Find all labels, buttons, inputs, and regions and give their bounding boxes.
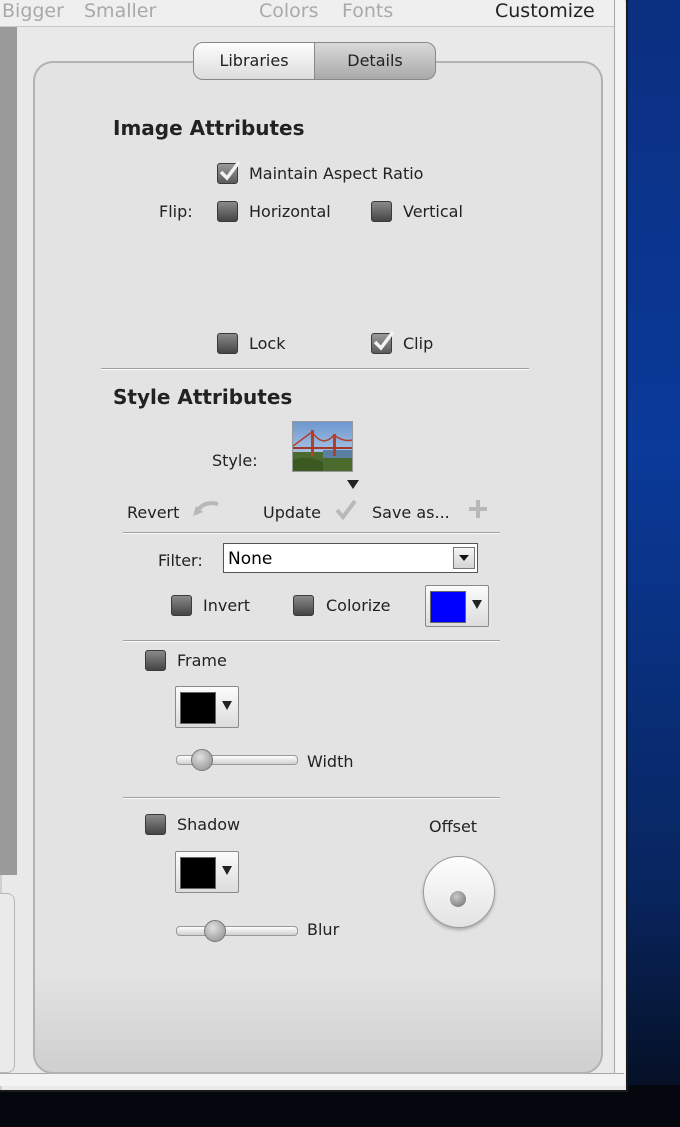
save-as-button[interactable]: Save as... [372, 503, 450, 522]
shadow-offset-dial[interactable] [423, 856, 495, 928]
style-dropdown-arrow-icon[interactable] [346, 479, 360, 491]
colorize-color-picker[interactable] [425, 585, 489, 627]
shadow-blur-slider-knob[interactable] [204, 920, 226, 942]
style-attributes-heading: Style Attributes [113, 385, 293, 409]
chevron-down-icon [472, 600, 482, 609]
lock-label: Lock [249, 334, 286, 353]
left-side-tab[interactable] [0, 893, 15, 1073]
filter-select[interactable]: None [223, 543, 478, 573]
style-label: Style: [212, 451, 258, 470]
colors-button[interactable]: Colors [259, 0, 319, 22]
width-label: Width [307, 752, 354, 771]
smaller-button[interactable]: Smaller [84, 0, 156, 22]
update-check-icon[interactable] [334, 498, 358, 520]
invert-label: Invert [203, 596, 251, 615]
offset-dial-handle[interactable] [450, 891, 466, 907]
flip-horizontal-label: Horizontal [249, 202, 331, 221]
maintain-aspect-checkbox[interactable] [217, 160, 241, 184]
maintain-aspect-label: Maintain Aspect Ratio [249, 164, 424, 183]
filter-dropdown-button[interactable] [453, 547, 475, 569]
frame-color-picker[interactable] [175, 686, 239, 728]
checkmark-icon [219, 160, 241, 181]
flip-vertical-checkbox[interactable] [371, 201, 392, 222]
bridge-photo-icon [293, 422, 352, 471]
section-divider [101, 368, 529, 370]
frame-label: Frame [177, 651, 227, 670]
colorize-label: Colorize [326, 596, 391, 615]
colorize-swatch [430, 591, 466, 623]
style-divider-3 [123, 797, 500, 799]
frame-width-slider-knob[interactable] [191, 749, 213, 771]
style-divider-2 [123, 640, 500, 642]
colorize-checkbox[interactable] [293, 595, 314, 616]
fonts-button[interactable]: Fonts [342, 0, 393, 22]
lock-checkbox[interactable] [217, 333, 238, 354]
flip-label: Flip: [159, 202, 193, 221]
shadow-label: Shadow [177, 815, 241, 834]
customize-button[interactable]: Customize [495, 0, 595, 22]
chevron-down-icon [222, 701, 232, 710]
filter-value: None [228, 549, 273, 569]
frame-width-slider[interactable] [176, 749, 298, 771]
shadow-checkbox[interactable] [145, 814, 166, 835]
frame-checkbox[interactable] [145, 650, 166, 671]
style-thumbnail[interactable] [292, 421, 353, 472]
revert-button[interactable]: Revert [127, 503, 179, 522]
style-divider-1 [123, 532, 500, 534]
chevron-down-icon [222, 866, 232, 875]
offset-label: Offset [429, 817, 478, 836]
chevron-down-icon [459, 555, 469, 561]
checkmark-icon [373, 330, 395, 351]
shadow-blur-slider[interactable] [176, 920, 298, 942]
left-scroll-strip[interactable] [0, 27, 17, 875]
tab-details[interactable]: Details [315, 42, 436, 80]
tab-libraries[interactable]: Libraries [193, 42, 315, 80]
bigger-button[interactable]: Bigger [2, 0, 64, 22]
frame-swatch [180, 692, 216, 724]
blur-label: Blur [307, 920, 340, 939]
image-attributes-heading: Image Attributes [113, 116, 305, 140]
toolbar: Bigger Smaller Colors Fonts Customize [0, 0, 614, 27]
window-border-right [614, 0, 625, 1085]
tab-bar: Libraries Details [193, 42, 436, 80]
inspector-window: Bigger Smaller Colors Fonts Customize Li… [0, 0, 628, 1092]
clip-checkbox[interactable] [371, 330, 395, 354]
flip-vertical-label: Vertical [403, 202, 463, 221]
shadow-color-picker[interactable] [175, 851, 239, 893]
invert-checkbox[interactable] [171, 595, 192, 616]
update-button[interactable]: Update [263, 503, 321, 522]
clip-label: Clip [403, 334, 434, 353]
revert-arrow-icon[interactable] [192, 498, 224, 518]
add-plus-icon[interactable] [467, 498, 489, 520]
window-border-bottom [0, 1073, 624, 1086]
filter-label: Filter: [158, 551, 203, 570]
flip-horizontal-checkbox[interactable] [217, 201, 238, 222]
shadow-swatch [180, 857, 216, 889]
